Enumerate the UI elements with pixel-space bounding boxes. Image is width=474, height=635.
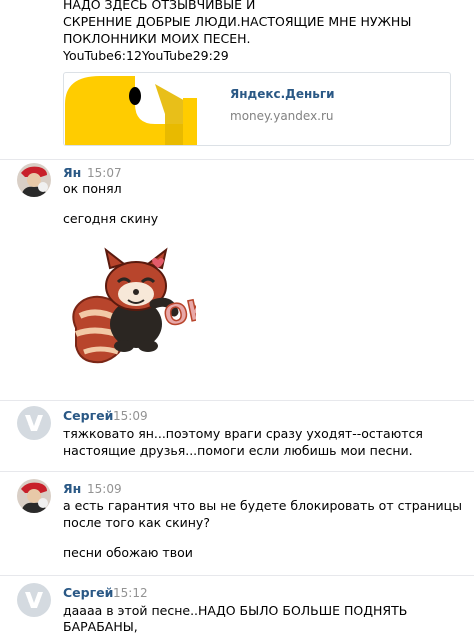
message-text: тяжковато ян...поэтому враги сразу уходя… [63,426,423,441]
author-name[interactable]: Ян [63,481,81,496]
sticker-text: ОК [161,291,196,333]
red-panda-ok-sticker[interactable]: ОК [66,246,214,378]
message-text: песни обожаю твои [63,545,193,560]
author-name[interactable]: Ян [63,165,81,180]
message-text: после того как скину? [63,515,210,530]
message-time[interactable]: 15:12 [113,586,148,600]
avatar[interactable] [17,406,51,440]
message-time[interactable]: 15:09 [87,482,122,496]
message-text: ок понял [63,181,122,196]
divider [0,471,474,472]
avatar[interactable] [17,583,51,617]
message-line: НАДО ЗДЕСЬ ОТЗЫВЧИВЫЕ И [63,0,256,12]
message-text: сегодня скину [63,211,159,226]
divider [0,575,474,576]
author-name[interactable]: Сергей [63,585,113,600]
message-line: СКРЕННИЕ ДОБРЫЕ ЛЮДИ.НАСТОЯЩИЕ МНЕ НУЖНЫ [63,14,412,29]
message-line: YouTube6:12YouTube29:29 [63,48,229,63]
message-line: ПОКЛОННИКИ МОИХ ПЕСЕН. [63,31,251,46]
divider [0,400,474,401]
avatar[interactable] [17,163,51,197]
message-text: БАРАБАНЫ, [63,619,138,634]
message-time[interactable]: 15:07 [87,166,122,180]
author-name[interactable]: Сергей [63,408,113,423]
message-time[interactable]: 15:09 [113,409,148,423]
message-text: а есть гарантия что вы не будете блокиро… [63,498,463,513]
link-attachment-card[interactable]: Яндекс.Деньги money.yandex.ru [63,72,451,146]
link-title[interactable]: Яндекс.Деньги [230,87,335,101]
link-domain: money.yandex.ru [230,109,334,123]
avatar[interactable] [17,479,51,513]
message-text-intro: НАДО ЗДЕСЬ ОТЗЫВЧИВЫЕ И СКРЕННИЕ ДОБРЫЕ … [63,0,463,64]
message-text: настоящие друзья...помоги если любишь мо… [63,443,413,458]
yandex-money-logo [65,74,213,145]
divider [0,159,474,160]
message-text: дaaaa в этой песне..НАДО БЫЛО БОЛЬШЕ ПОД… [63,603,408,618]
